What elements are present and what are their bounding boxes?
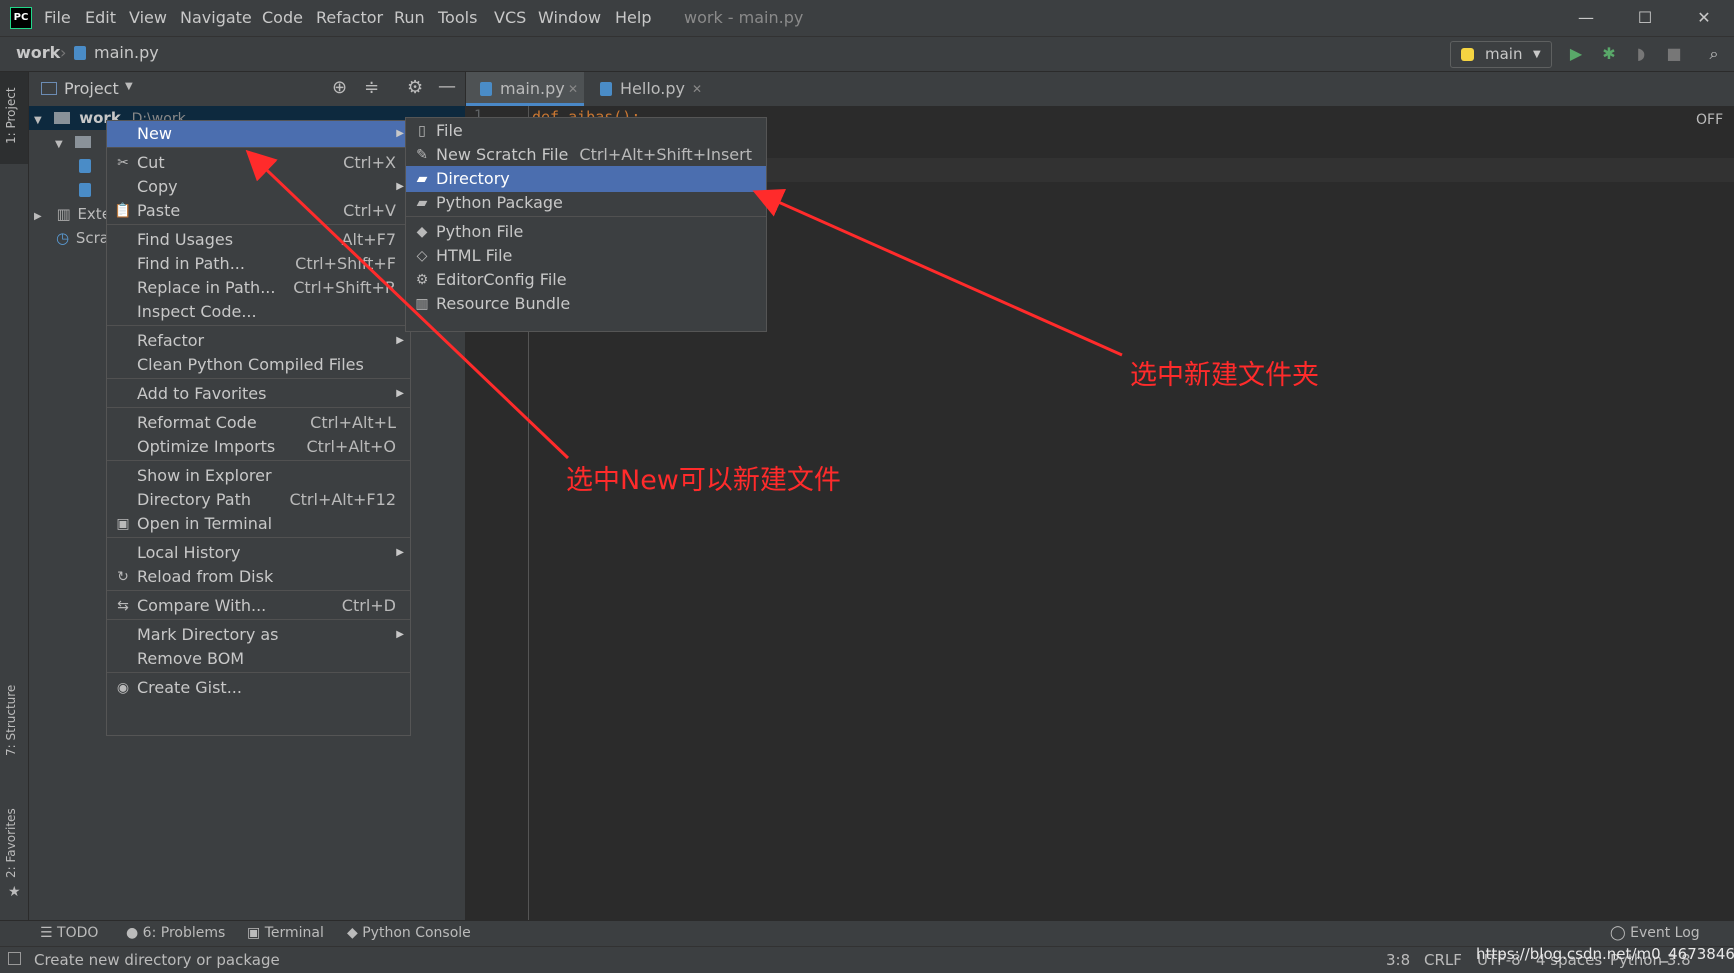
annotation-new: 选中New可以新建文件	[566, 465, 841, 496]
arrow-to-directory	[752, 189, 1123, 357]
arrow-to-new	[245, 149, 570, 460]
annotation-arrows	[245, 149, 1123, 460]
annotation-directory: 选中新建文件夹	[1130, 360, 1319, 391]
